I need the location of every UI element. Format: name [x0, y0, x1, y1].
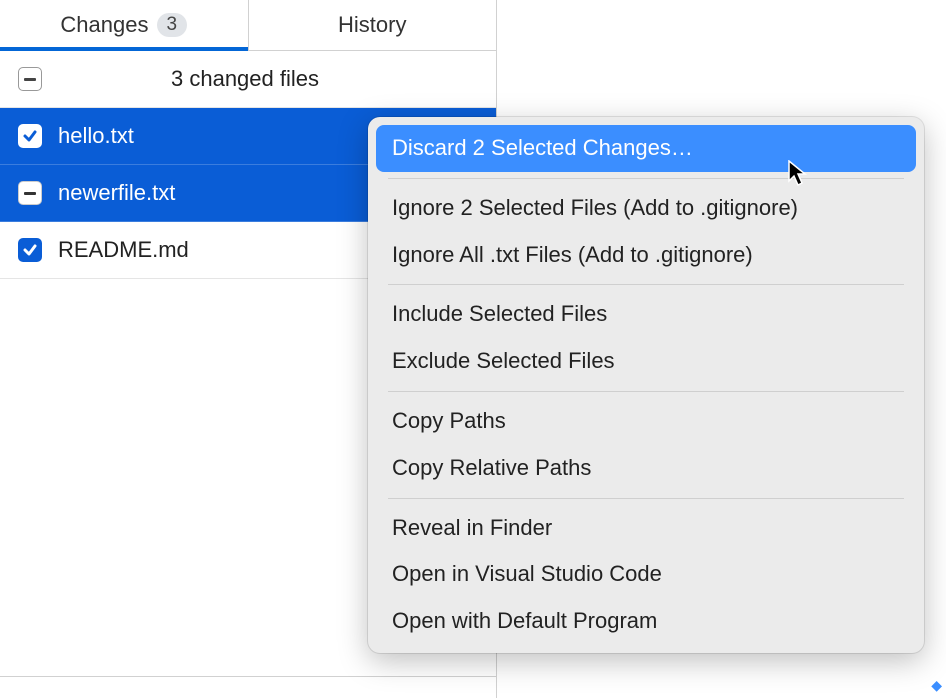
menu-separator [388, 178, 904, 179]
tab-changes[interactable]: Changes 3 [0, 0, 249, 50]
menu-item-open-vscode[interactable]: Open in Visual Studio Code [376, 551, 916, 598]
file-checkbox[interactable] [18, 181, 42, 205]
menu-item-copy-relative-paths[interactable]: Copy Relative Paths [376, 445, 916, 492]
menu-separator [388, 284, 904, 285]
summary-text: 3 changed files [12, 66, 478, 92]
menu-item-reveal-finder[interactable]: Reveal in Finder [376, 505, 916, 552]
context-menu: Discard 2 Selected Changes… Ignore 2 Sel… [368, 117, 924, 653]
check-icon [22, 242, 38, 258]
file-name: newerfile.txt [58, 180, 175, 206]
menu-separator [388, 391, 904, 392]
file-name: hello.txt [58, 123, 134, 149]
file-checkbox[interactable] [18, 124, 42, 148]
tab-history[interactable]: History [249, 0, 497, 50]
check-icon [22, 128, 38, 144]
menu-item-discard-changes[interactable]: Discard 2 Selected Changes… [376, 125, 916, 172]
menu-item-exclude-selected[interactable]: Exclude Selected Files [376, 338, 916, 385]
file-checkbox[interactable] [18, 238, 42, 262]
menu-item-copy-paths[interactable]: Copy Paths [376, 398, 916, 445]
menu-separator [388, 498, 904, 499]
changes-count-badge: 3 [157, 13, 188, 37]
panel-divider [0, 676, 497, 677]
summary-row: 3 changed files [0, 51, 496, 108]
file-name: README.md [58, 237, 189, 263]
resize-handle-icon: ◆ [931, 677, 942, 694]
tab-changes-label: Changes [60, 12, 148, 38]
menu-item-ignore-extension[interactable]: Ignore All .txt Files (Add to .gitignore… [376, 232, 916, 279]
tab-history-label: History [338, 12, 406, 38]
menu-item-ignore-selected[interactable]: Ignore 2 Selected Files (Add to .gitigno… [376, 185, 916, 232]
menu-item-open-default[interactable]: Open with Default Program [376, 598, 916, 645]
menu-item-include-selected[interactable]: Include Selected Files [376, 291, 916, 338]
tab-bar: Changes 3 History [0, 0, 496, 51]
